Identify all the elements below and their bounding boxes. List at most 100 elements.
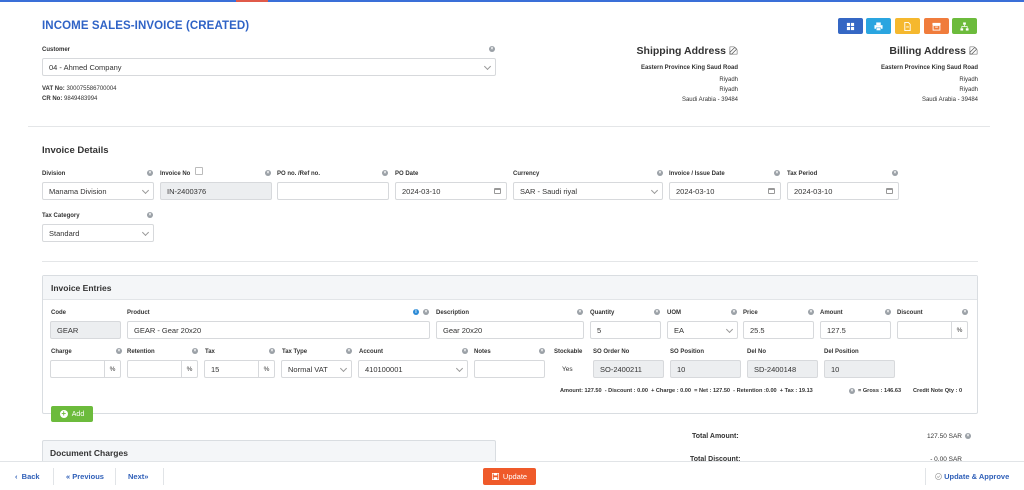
calendar-icon[interactable] <box>886 188 893 194</box>
division-info-icon[interactable]: × <box>147 170 153 176</box>
amount-label: Amount <box>820 310 843 316</box>
amount-input[interactable]: 127.5 <box>820 321 891 339</box>
po-date-input[interactable]: 2024-03-10 <box>395 182 507 200</box>
back-link[interactable]: ‹ Back <box>15 472 40 481</box>
product-input[interactable]: GEAR - Gear 20x20 <box>127 321 430 339</box>
currency-info-icon[interactable]: × <box>657 170 663 176</box>
add-entry-button[interactable]: + Add <box>51 406 93 422</box>
invoice-no-info-icon[interactable]: × <box>265 170 271 176</box>
price-info-icon[interactable]: × <box>808 309 814 315</box>
tax-period-input[interactable]: 2024-03-10 <box>787 182 899 200</box>
summary-info-icon[interactable]: × <box>849 388 855 394</box>
notes-input[interactable] <box>474 360 545 378</box>
so-position-value: 10 <box>677 364 686 374</box>
quantity-input[interactable]: 5 <box>590 321 661 339</box>
print-icon <box>874 21 883 31</box>
grid-button[interactable] <box>838 18 863 34</box>
print-button[interactable] <box>866 18 891 34</box>
discount-input[interactable]: % <box>897 321 968 339</box>
tax-type-select[interactable]: Normal VAT <box>281 360 352 378</box>
edit-shipping-icon[interactable] <box>729 46 738 55</box>
tax-input[interactable]: 15% <box>204 360 275 378</box>
invoice-no-checkbox[interactable] <box>195 167 203 175</box>
tax-label: Tax <box>205 349 215 355</box>
footer-bar: ‹ Back « Previous Next» Update Update & … <box>0 461 1024 490</box>
notes-info-icon[interactable]: × <box>539 348 545 354</box>
update-button[interactable]: Update <box>483 468 536 485</box>
so-position-label: SO Position <box>670 349 705 355</box>
description-label: Description <box>436 310 470 316</box>
issue-date-info-icon[interactable]: × <box>774 170 780 176</box>
uom-select[interactable]: EA <box>667 321 738 339</box>
del-no-value: SD-2400148 <box>754 364 797 374</box>
page-title: INCOME SALES-INVOICE (CREATED) <box>42 20 250 32</box>
sitemap-button[interactable] <box>952 18 977 34</box>
tax-category-select[interactable]: Standard <box>42 224 154 242</box>
billing-line2: Riyadh <box>959 77 978 83</box>
quantity-info-icon[interactable]: × <box>654 309 660 315</box>
description-input[interactable]: Gear 20x20 <box>436 321 584 339</box>
chevron-down-icon <box>483 62 492 71</box>
chevron-down-icon <box>141 186 150 195</box>
account-select[interactable]: 410100001 <box>358 360 468 378</box>
invoice-details-title: Invoice Details <box>42 145 109 156</box>
top-accent-bar <box>0 0 1024 2</box>
calendar-icon[interactable] <box>768 188 775 194</box>
next-link[interactable]: Next» <box>128 472 148 481</box>
del-no-label: Del No <box>747 349 767 355</box>
retention-info-icon[interactable]: × <box>192 348 198 354</box>
division-select[interactable]: Manama Division <box>42 182 154 200</box>
divider <box>42 261 978 262</box>
so-order-input: SO-2400211 <box>593 360 664 378</box>
total-amount-info-icon[interactable]: × <box>965 433 971 439</box>
description-info-icon[interactable]: × <box>577 309 583 315</box>
del-position-input: 10 <box>824 360 895 378</box>
tax-period-info-icon[interactable]: × <box>892 170 898 176</box>
customer-select[interactable]: 04 - Ahmed Company <box>42 58 496 76</box>
retention-input[interactable]: % <box>127 360 198 378</box>
chevron-down-icon <box>455 364 464 373</box>
discount-info-icon[interactable]: × <box>962 309 968 315</box>
uom-info-icon[interactable]: × <box>731 309 737 315</box>
retention-percent-suffix: % <box>181 361 197 377</box>
previous-link[interactable]: « Previous <box>66 472 104 481</box>
charge-input[interactable]: % <box>50 360 121 378</box>
tax-info-icon[interactable]: × <box>269 348 275 354</box>
calendar-icon[interactable] <box>494 188 501 194</box>
plus-icon: + <box>59 409 68 418</box>
edit-billing-icon[interactable] <box>969 46 978 55</box>
update-approve-label: Update & Approve <box>944 472 1010 481</box>
del-no-input: SD-2400148 <box>747 360 818 378</box>
account-value: 410100001 <box>365 364 403 374</box>
price-input[interactable]: 25.5 <box>743 321 814 339</box>
vat-label: VAT No: <box>42 86 65 92</box>
pdf-button[interactable] <box>895 18 920 34</box>
billing-line4: Saudi Arabia - 39484 <box>921 97 978 103</box>
uom-value: EA <box>674 325 685 335</box>
product-clear-icon[interactable]: × <box>423 309 429 315</box>
customer-info-icon[interactable]: × <box>489 46 495 52</box>
tax-type-value: Normal VAT <box>288 364 328 374</box>
tax-category-info-icon[interactable]: × <box>147 212 153 218</box>
currency-select[interactable]: SAR - Saudi riyal <box>513 182 663 200</box>
code-label: Code <box>51 310 66 316</box>
del-position-value: 10 <box>831 364 840 374</box>
update-approve-link[interactable]: Update & Approve <box>935 472 1009 481</box>
issue-date-input[interactable]: 2024-03-10 <box>669 182 781 200</box>
charge-label: Charge <box>51 349 72 355</box>
footer-separator <box>163 468 164 485</box>
chevron-down-icon <box>725 325 734 334</box>
po-ref-input[interactable] <box>277 182 389 200</box>
tax-type-info-icon[interactable]: × <box>346 348 352 354</box>
code-value: GEAR <box>57 325 79 335</box>
archive-button[interactable] <box>924 18 949 34</box>
account-info-icon[interactable]: × <box>462 348 468 354</box>
grid-icon <box>846 22 855 30</box>
product-info-icon[interactable]: i <box>413 309 419 315</box>
amount-info-icon[interactable]: × <box>885 309 891 315</box>
po-ref-info-icon[interactable]: × <box>382 170 388 176</box>
double-chevron-right-icon: » <box>144 472 149 481</box>
tax-type-label: Tax Type <box>282 349 308 355</box>
charge-info-icon[interactable]: × <box>116 348 122 354</box>
chevron-down-icon <box>650 186 659 195</box>
